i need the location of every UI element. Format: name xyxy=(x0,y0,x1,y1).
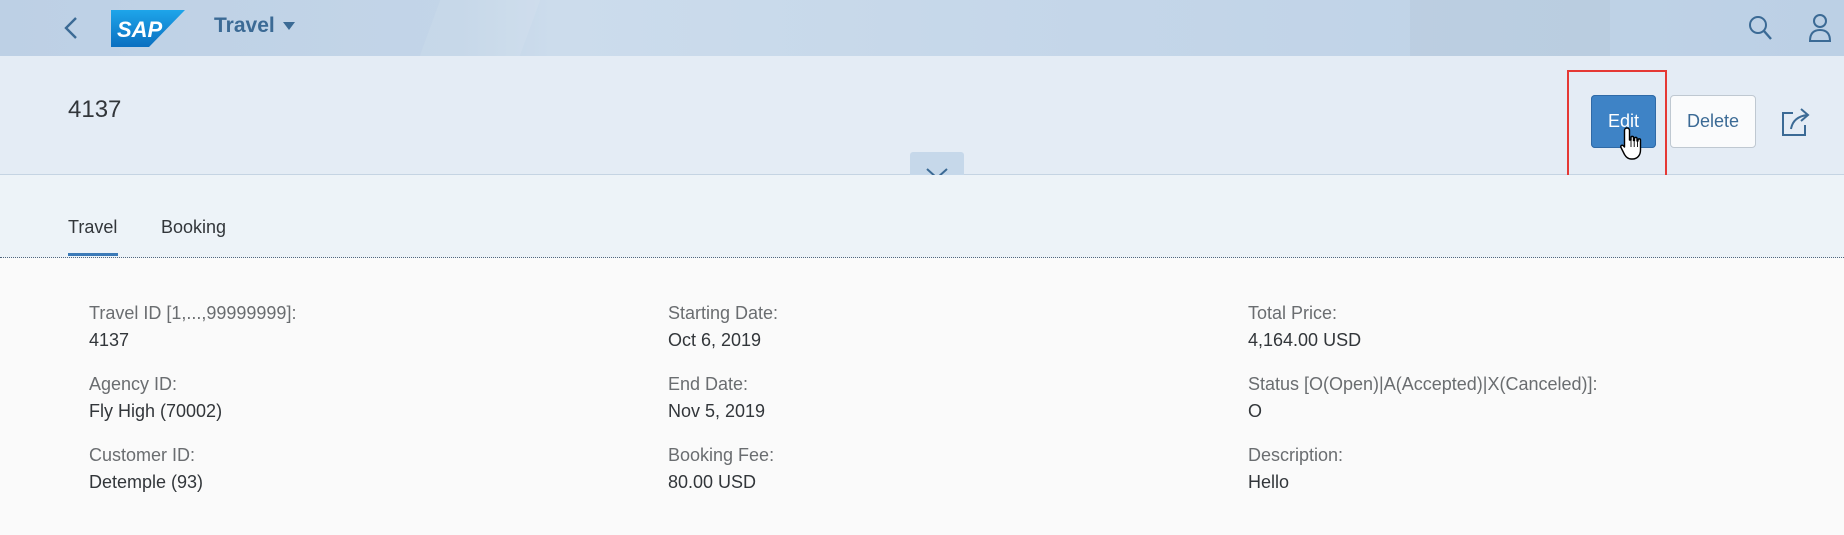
field-value: 4137 xyxy=(89,330,130,350)
user-profile-button[interactable] xyxy=(1808,13,1832,43)
field-value: 80.00 USD xyxy=(668,472,757,492)
field-label: Travel ID [1,...,99999999]: xyxy=(89,303,297,323)
field-value: Detemple (93) xyxy=(89,472,204,492)
share-icon xyxy=(1782,108,1810,136)
search-button[interactable] xyxy=(1748,14,1774,42)
anchor-tab-bar: Travel Booking xyxy=(0,175,1844,258)
field-customer-id: Customer ID: Detemple (93) xyxy=(89,444,203,493)
user-icon xyxy=(1808,14,1832,42)
field-description: Description: Hello xyxy=(1248,444,1343,493)
field-total-price: Total Price: 4,164.00 USD xyxy=(1248,302,1361,351)
object-title: 4137 xyxy=(68,96,122,123)
app-title-label: Travel xyxy=(214,14,275,37)
field-value: Oct 6, 2019 xyxy=(668,330,762,350)
field-label: Description: xyxy=(1248,445,1344,465)
back-button[interactable] xyxy=(58,12,86,44)
sap-logo[interactable]: SAP xyxy=(111,10,185,47)
search-icon xyxy=(1749,16,1772,40)
field-starting-date: Starting Date: Oct 6, 2019 xyxy=(668,302,778,351)
share-button[interactable] xyxy=(1779,105,1813,139)
field-value: Fly High (70002) xyxy=(89,401,223,421)
field-label: Status [O(Open)|A(Accepted)|X(Canceled)]… xyxy=(1248,374,1598,394)
field-label: Customer ID: xyxy=(89,445,196,465)
field-end-date: End Date: Nov 5, 2019 xyxy=(668,373,765,422)
field-agency-id: Agency ID: Fly High (70002) xyxy=(89,373,222,422)
tab-travel[interactable]: Travel xyxy=(68,217,117,238)
shell-bar: SAP Travel xyxy=(0,0,1844,56)
app-title-menu[interactable]: Travel xyxy=(214,14,295,38)
field-travel-id: Travel ID [1,...,99999999]: 4137 xyxy=(89,302,296,351)
field-value: 4,164.00 USD xyxy=(1248,330,1362,350)
selected-tab-indicator xyxy=(68,253,118,256)
field-label: End Date: xyxy=(668,374,749,394)
travel-details-form: Travel ID [1,...,99999999]: 4137 Agency … xyxy=(0,258,1844,535)
field-status: Status [O(Open)|A(Accepted)|X(Canceled)]… xyxy=(1248,373,1598,422)
logo-text: SAP xyxy=(117,17,163,42)
field-label: Booking Fee: xyxy=(668,445,775,465)
field-value: Hello xyxy=(1248,472,1290,492)
edit-button[interactable]: Edit xyxy=(1591,95,1656,148)
field-value: Nov 5, 2019 xyxy=(668,401,766,421)
caret-down-icon xyxy=(282,22,295,30)
back-arrow-icon xyxy=(64,17,77,39)
field-label: Starting Date: xyxy=(668,303,779,323)
shell-decoration xyxy=(1410,0,1610,56)
delete-button[interactable]: Delete xyxy=(1670,95,1756,148)
field-booking-fee: Booking Fee: 80.00 USD xyxy=(668,444,774,493)
tab-booking[interactable]: Booking xyxy=(161,217,226,238)
shell-decoration xyxy=(419,0,541,56)
field-value: O xyxy=(1248,401,1263,421)
field-label: Total Price: xyxy=(1248,303,1338,323)
field-label: Agency ID: xyxy=(89,374,178,394)
